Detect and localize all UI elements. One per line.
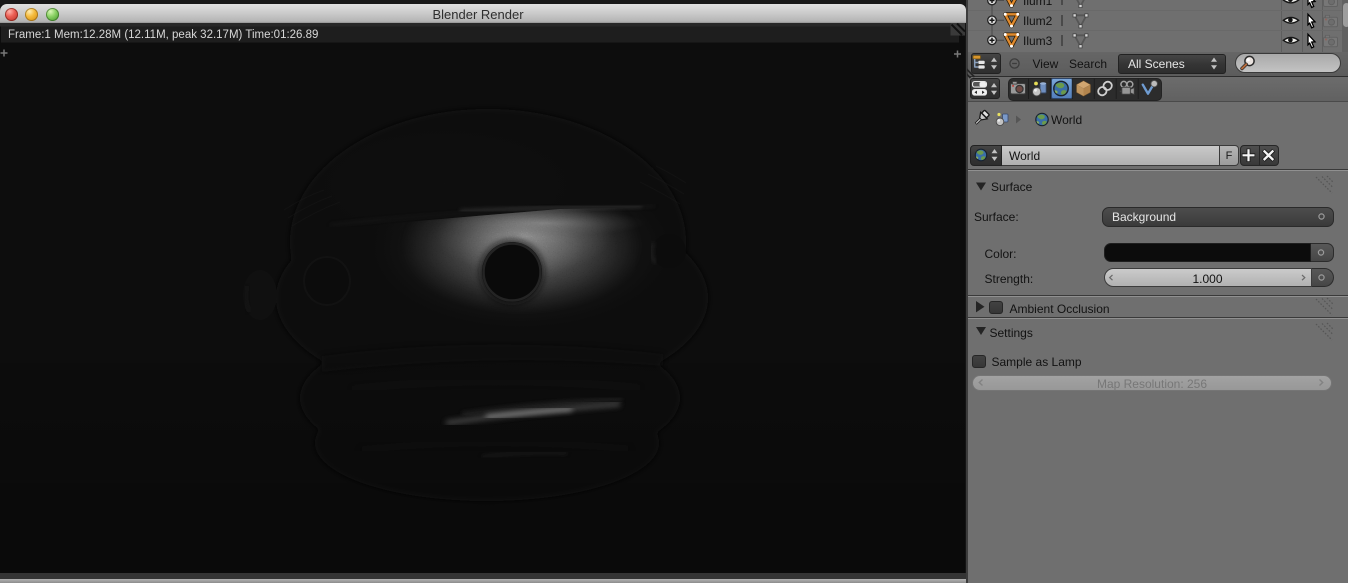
svg-text:Frame:1 Mem:12.28M (12.11M, pe: Frame:1 Mem:12.28M (12.11M, peak 32.17M)… xyxy=(8,29,318,41)
